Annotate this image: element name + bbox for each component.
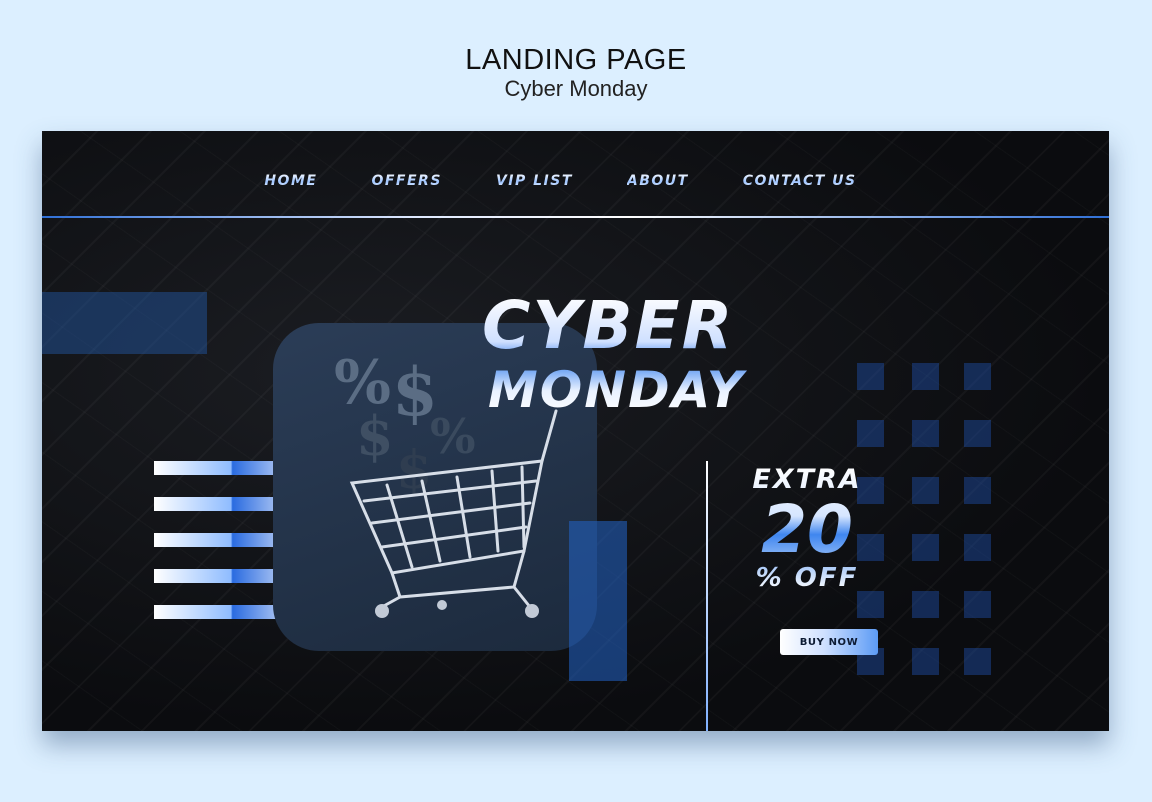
buy-now-button[interactable]: BUY NOW — [780, 629, 878, 655]
nav-vip-list[interactable]: VIP LIST — [496, 173, 573, 189]
decorative-blue-block — [42, 292, 207, 354]
offer-percent-off: % OFF — [755, 563, 859, 593]
offer-extra: EXTRA — [752, 464, 862, 495]
grid-square — [912, 591, 939, 618]
vertical-divider — [706, 461, 708, 731]
nav-home[interactable]: HOME — [264, 173, 317, 189]
grid-square — [912, 420, 939, 447]
nav-offers[interactable]: OFFERS — [371, 173, 441, 189]
decorative-blue-bar — [569, 521, 627, 681]
nav-about[interactable]: ABOUT — [627, 173, 689, 189]
hero-headline: CYBER MONDAY — [482, 293, 882, 415]
grid-square — [964, 648, 991, 675]
landing-page-mockup: HOME OFFERS VIP LIST ABOUT CONTACT US % … — [42, 131, 1109, 731]
shopping-cart-icon — [349, 409, 558, 618]
grid-square — [857, 591, 884, 618]
nav-divider — [42, 216, 1109, 218]
grid-square — [964, 420, 991, 447]
headline-monday: MONDAY — [488, 361, 745, 419]
nav-contact-us[interactable]: CONTACT US — [743, 173, 857, 189]
headline-cyber: CYBER — [482, 287, 735, 364]
grid-square — [912, 648, 939, 675]
grid-square — [964, 591, 991, 618]
grid-square — [964, 477, 991, 504]
offer-text: EXTRA 20 % OFF — [732, 466, 882, 591]
caption-title: LANDING PAGE — [465, 44, 687, 76]
grid-square — [964, 363, 991, 390]
main-nav: HOME OFFERS VIP LIST ABOUT CONTACT US — [42, 131, 1109, 217]
grid-square — [857, 420, 884, 447]
grid-square — [912, 477, 939, 504]
grid-square — [912, 534, 939, 561]
grid-square — [912, 363, 939, 390]
offer-amount: 20 — [761, 491, 853, 568]
grid-square — [857, 363, 884, 390]
caption-subtitle: Cyber Monday — [504, 76, 648, 101]
grid-square — [964, 534, 991, 561]
